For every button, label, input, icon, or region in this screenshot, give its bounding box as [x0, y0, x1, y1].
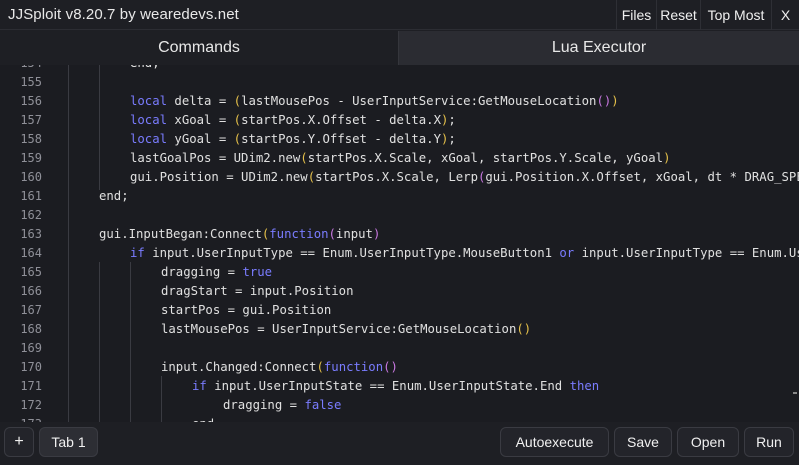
line-number: 166	[20, 284, 42, 298]
add-tab-button[interactable]: +	[4, 427, 34, 457]
line-number: 162	[20, 208, 42, 222]
run-button[interactable]: Run	[744, 427, 794, 457]
tab-lua-executor[interactable]: Lua Executor	[398, 31, 799, 65]
line-number: 156	[20, 94, 42, 108]
indent-guide	[130, 262, 131, 422]
top-most-button[interactable]: Top Most	[700, 0, 771, 30]
code-line: local yGoal = (startPos.Y.Offset - delta…	[130, 132, 456, 146]
line-number: 164	[20, 246, 42, 260]
line-number: 158	[20, 132, 42, 146]
code-editor[interactable]: 154 155 156 157 158 159 160 161 162 163 164 165 166 1…	[0, 65, 799, 422]
files-button[interactable]: Files	[616, 0, 656, 30]
line-number: 163	[20, 227, 42, 241]
line-number: 160	[20, 170, 42, 184]
code-line: if input.UserInputState == Enum.UserInpu…	[192, 379, 600, 393]
resize-mark	[793, 392, 797, 394]
code-line: dragStart = input.Position	[161, 284, 354, 298]
save-button[interactable]: Save	[614, 427, 672, 457]
code-line: local delta = (lastMousePos - UserInputS…	[130, 94, 619, 108]
line-number: 171	[20, 379, 42, 393]
code-line: lastMousePos = UserInputService:GetMouse…	[161, 322, 532, 336]
code-line: if input.UserInputType == Enum.UserInput…	[130, 246, 799, 260]
line-number-gutter: 154 155 156 157 158 159 160 161 162 163 164 165 166 1…	[0, 65, 52, 422]
indent-guide	[68, 65, 69, 422]
code-line: dragging = true	[161, 265, 273, 279]
title-bar: JJSploit v8.20.7 by wearedevs.net Files …	[0, 0, 799, 30]
indent-guide	[99, 262, 100, 422]
code-line: startPos = gui.Position	[161, 303, 332, 317]
indent-guide	[161, 376, 162, 422]
tab-bar: Commands Lua Executor	[0, 31, 799, 65]
line-number: 167	[20, 303, 42, 317]
line-number: 155	[20, 75, 42, 89]
line-number: 157	[20, 113, 42, 127]
code-line: local xGoal = (startPos.X.Offset - delta…	[130, 113, 456, 127]
line-number: 161	[20, 189, 42, 203]
bottom-bar: + Tab 1 Autoexecute Save Open Run	[0, 422, 799, 465]
indent-guide	[99, 65, 100, 190]
line-number: 172	[20, 398, 42, 412]
line-number: 170	[20, 360, 42, 374]
code-line: gui.InputBegan:Connect(function(input)	[99, 227, 381, 241]
close-button[interactable]: X	[771, 0, 799, 30]
code-area[interactable]: end; local delta = (lastMousePos - UserI…	[68, 65, 799, 422]
code-line: gui.Position = UDim2.new(startPos.X.Scal…	[130, 170, 799, 184]
code-line: end	[192, 415, 214, 422]
line-number: 168	[20, 322, 42, 336]
code-line: end;	[99, 189, 129, 203]
open-button[interactable]: Open	[677, 427, 739, 457]
tab-1-button[interactable]: Tab 1	[39, 427, 98, 457]
tab-commands[interactable]: Commands	[0, 31, 398, 65]
line-number: 173	[0, 415, 42, 422]
code-line: lastGoalPos = UDim2.new(startPos.X.Scale…	[130, 151, 671, 165]
autoexecute-button[interactable]: Autoexecute	[500, 427, 609, 457]
line-number: 165	[20, 265, 42, 279]
line-number: 154	[0, 65, 42, 73]
code-line: input.Changed:Connect(function()	[161, 360, 398, 374]
reset-button[interactable]: Reset	[656, 0, 700, 30]
line-number: 169	[20, 341, 42, 355]
code-line: dragging = false	[223, 398, 342, 412]
app-title: JJSploit v8.20.7 by wearedevs.net	[8, 6, 239, 23]
line-number: 159	[20, 151, 42, 165]
code-line: end;	[130, 65, 160, 73]
